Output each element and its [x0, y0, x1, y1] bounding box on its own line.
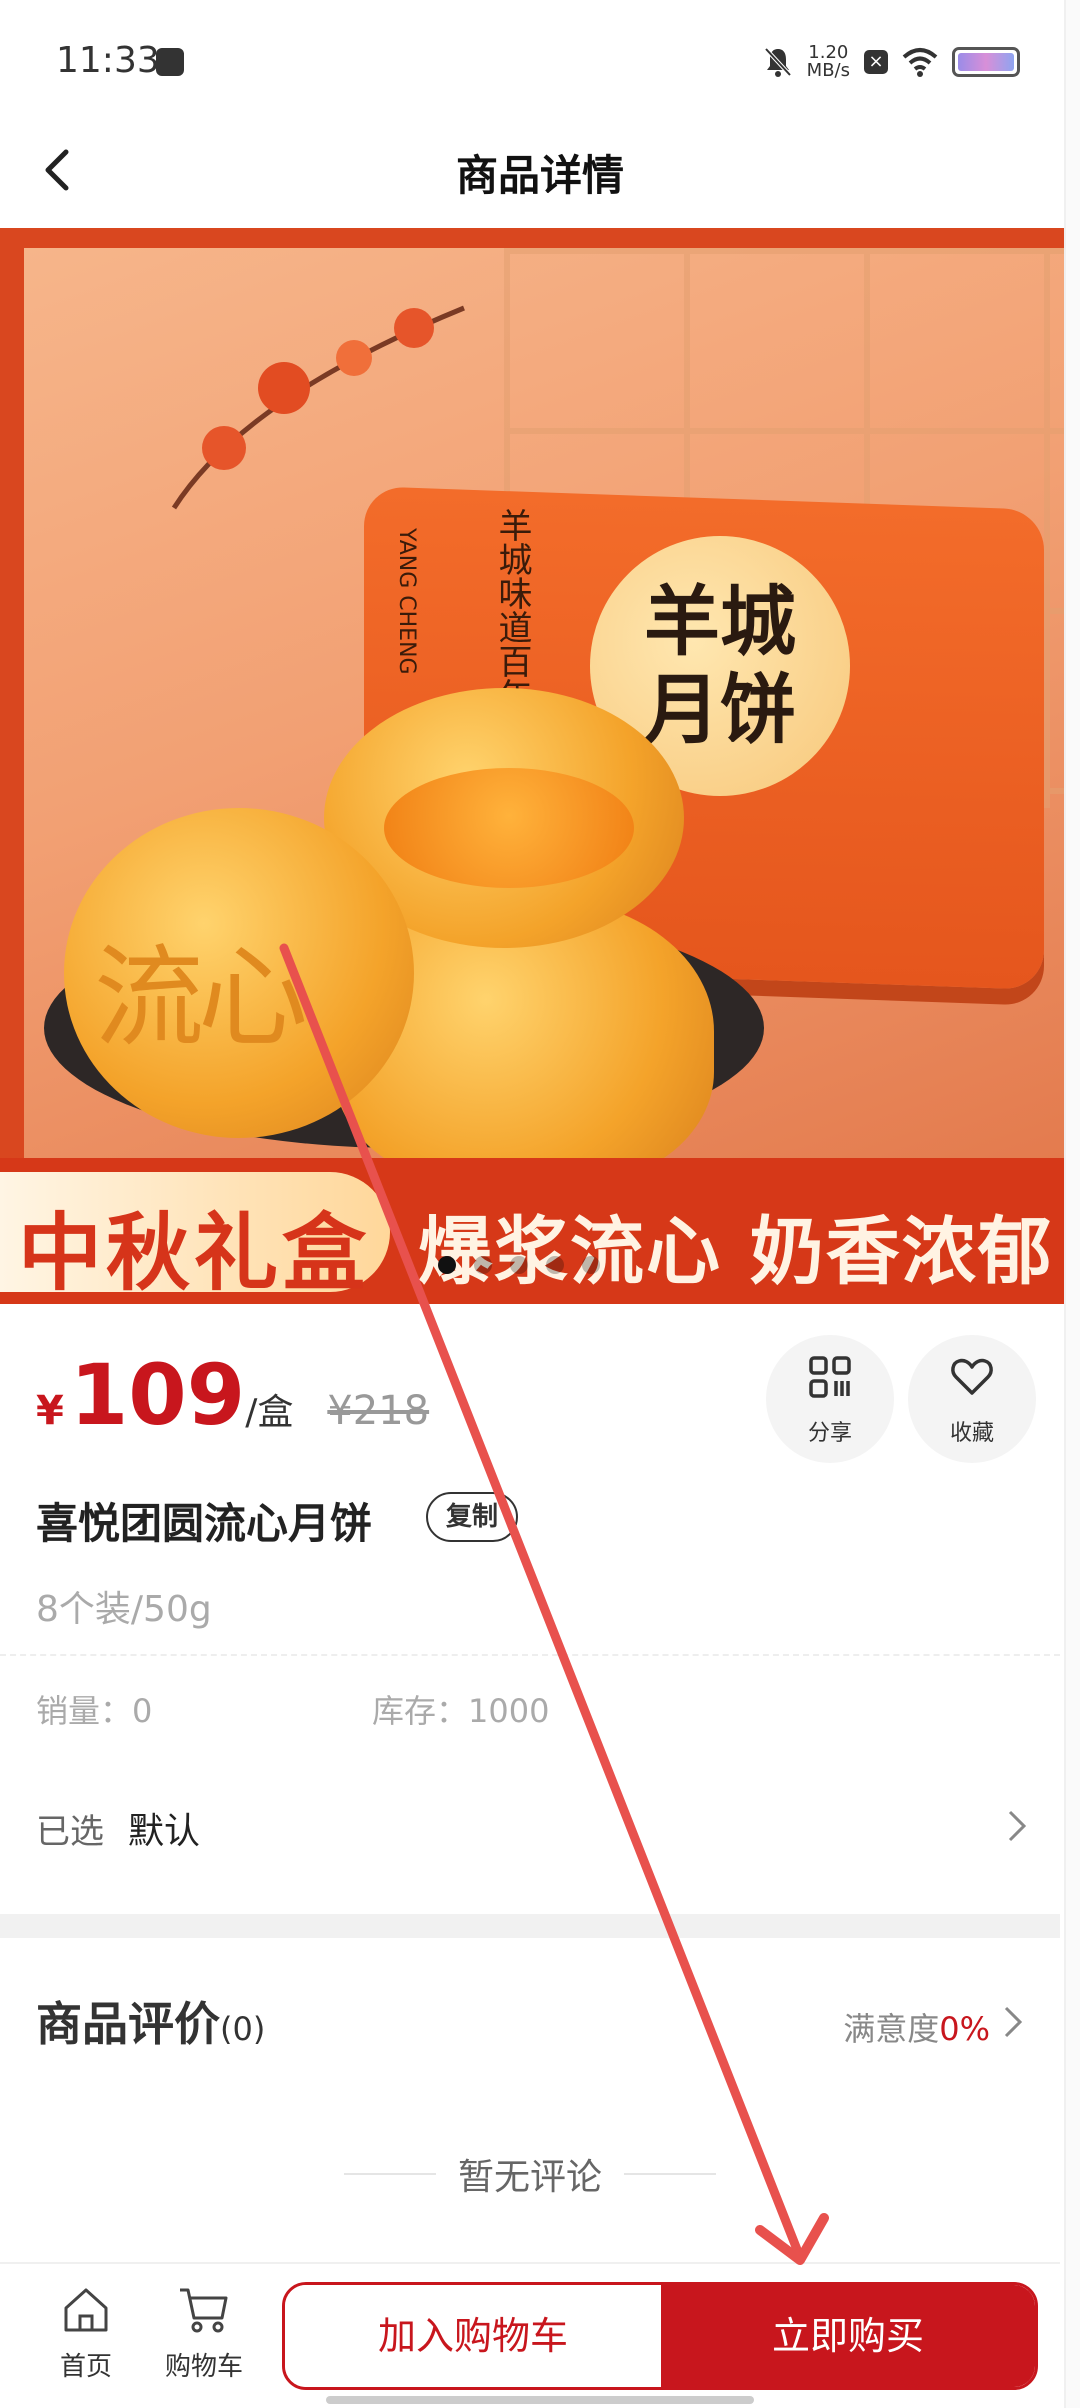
- original-price: ¥218: [327, 1388, 430, 1434]
- price-row: ¥ 109 /盒 ¥218: [36, 1350, 429, 1440]
- heart-icon: [951, 1358, 993, 1395]
- battery-icon: [952, 47, 1020, 77]
- price: 109: [69, 1346, 246, 1444]
- status-bar: 11:33 1.20 MB/s ×: [0, 0, 1080, 120]
- chevron-right-icon: [1004, 2006, 1023, 2038]
- gift-box-brand-text: 羊城月饼: [644, 577, 796, 754]
- reviews-title-text: 商品评价: [36, 1997, 220, 2051]
- selected-variant-row[interactable]: 已选 默认: [0, 1780, 1060, 1870]
- satisfaction-label: 满意度: [843, 2010, 940, 2048]
- carousel-dot[interactable]: [546, 1256, 564, 1274]
- mooncake-filling: [384, 768, 634, 888]
- bottom-action-bar: 首页 购物车 加入购物车 立即购买: [0, 2262, 1060, 2408]
- nav-home[interactable]: 首页: [36, 2282, 136, 2383]
- stock-count: 库存：1000: [372, 1692, 550, 1730]
- bell-muted-icon: [764, 47, 792, 77]
- price-currency: ¥: [36, 1388, 64, 1434]
- network-speed: 1.20 MB/s: [807, 44, 850, 80]
- reviews-header[interactable]: 商品评价(0) 满意度0%: [0, 1980, 1060, 2060]
- carousel-dots: [438, 1256, 600, 1274]
- selected-variant-value: 默认: [128, 1811, 201, 1852]
- price-unit: /盒: [245, 1392, 294, 1433]
- chevron-right-icon: [1008, 1810, 1027, 1842]
- product-photo: 羊城月饼 羊城味道百年传承 YANG CHENG 流心: [24, 248, 1064, 1178]
- annotation-arrow-head: [755, 2213, 829, 2265]
- nav-home-label: 首页: [59, 2352, 112, 2382]
- empty-reviews: 暂无评论: [0, 2148, 1060, 2200]
- product-image-carousel[interactable]: 羊城月饼 羊城味道百年传承 YANG CHENG 流心 中秋礼盒 爆浆流心 奶香…: [0, 228, 1080, 1304]
- copy-name-button[interactable]: 复制: [426, 1492, 518, 1542]
- home-indicator: [326, 2396, 754, 2404]
- cart-icon: [180, 2288, 228, 2333]
- add-to-cart-button[interactable]: 加入购物车: [285, 2285, 661, 2387]
- share-button[interactable]: 分享: [766, 1335, 894, 1463]
- favorite-button[interactable]: 收藏: [908, 1335, 1036, 1463]
- empty-reviews-text: 暂无评论: [457, 2157, 602, 2198]
- page-title: 商品详情: [455, 151, 624, 200]
- satisfaction-rate: 满意度0%: [843, 2004, 990, 2050]
- wifi-icon: [902, 48, 938, 77]
- reviews-count: (0): [220, 2010, 266, 2048]
- product-spec: 8个装/50g: [36, 1589, 212, 1630]
- gift-box-pinyin: YANG CHENG: [394, 528, 419, 675]
- flower-branch-illustration: [171, 305, 465, 510]
- purchase-buttons: 加入购物车 立即购买: [282, 2282, 1038, 2390]
- section-divider: [0, 1914, 1060, 1938]
- network-speed-unit: MB/s: [806, 60, 850, 81]
- page-header: 商品详情: [0, 120, 1080, 230]
- satisfaction-value: 0%: [939, 2010, 990, 2048]
- home-icon: [64, 2288, 108, 2332]
- nav-cart-label: 购物车: [164, 2352, 243, 2382]
- product-name: 喜悦团圆流心月饼: [36, 1499, 373, 1548]
- status-icons: 1.20 MB/s ×: [763, 44, 1020, 80]
- carousel-dot[interactable]: [438, 1256, 456, 1274]
- scrollbar[interactable]: [1064, 0, 1080, 2408]
- sales-count: 销量：0: [36, 1692, 153, 1730]
- favorite-label: 收藏: [949, 1421, 994, 1446]
- banner-strip-left-text: 中秋礼盒: [18, 1204, 371, 1302]
- reviews-title: 商品评价(0): [36, 1988, 265, 2054]
- divider: [0, 1654, 1060, 1656]
- carousel-dot[interactable]: [474, 1256, 492, 1274]
- banner-strip-right-text: 爆浆流心 奶香浓郁: [418, 1209, 1054, 1295]
- status-time: 11:33: [56, 40, 160, 81]
- share-label: 分享: [807, 1421, 852, 1446]
- close-box-icon: ×: [864, 50, 888, 74]
- buy-now-button[interactable]: 立即购买: [661, 2285, 1035, 2387]
- carousel-dot[interactable]: [582, 1256, 600, 1274]
- carousel-dot[interactable]: [510, 1256, 528, 1274]
- selected-variant-label: 已选: [36, 1812, 104, 1852]
- nav-cart[interactable]: 购物车: [154, 2282, 254, 2383]
- mooncake-stamp-text: 流心: [94, 934, 308, 1062]
- message-notification-icon: [156, 48, 184, 76]
- share-qr-icon: [809, 1356, 851, 1398]
